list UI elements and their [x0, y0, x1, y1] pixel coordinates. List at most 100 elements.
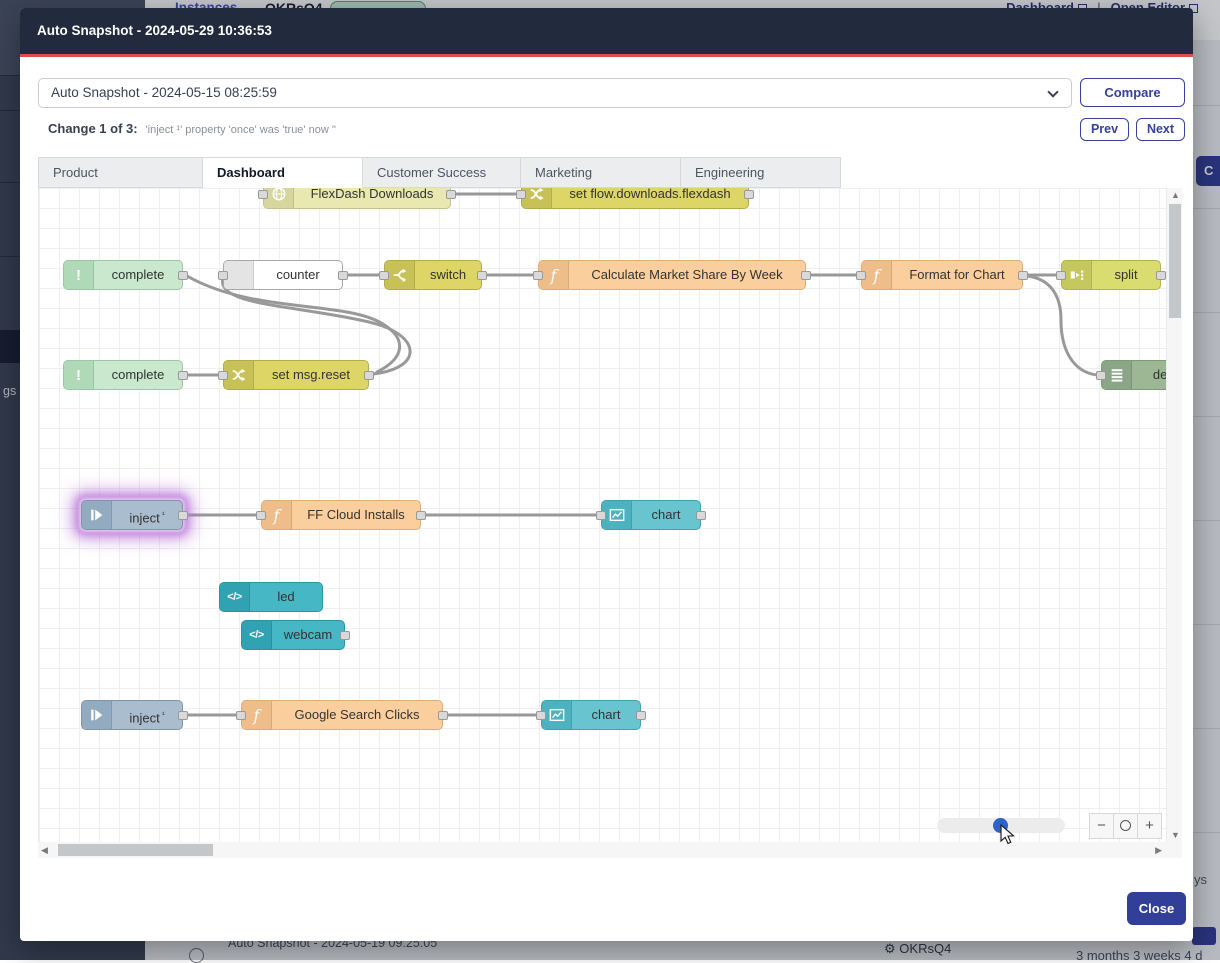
- output-port[interactable]: [744, 190, 754, 199]
- compare-button[interactable]: Compare: [1080, 78, 1185, 107]
- chevron-down-icon: [1047, 86, 1058, 97]
- node-label: led: [250, 583, 322, 611]
- output-port[interactable]: [446, 190, 456, 199]
- scroll-left-icon[interactable]: ◀: [41, 845, 48, 856]
- output-port[interactable]: [178, 271, 188, 280]
- prev-button[interactable]: Prev: [1080, 118, 1129, 141]
- close-button[interactable]: Close: [1127, 892, 1186, 925]
- node-set-msg-reset[interactable]: set msg.reset: [223, 360, 369, 390]
- scroll-down-icon[interactable]: ▼: [1171, 830, 1180, 840]
- input-port[interactable]: [258, 190, 268, 199]
- node-counter[interactable]: counter: [223, 260, 343, 290]
- tab-product[interactable]: Product: [38, 157, 203, 188]
- output-port[interactable]: [178, 371, 188, 380]
- none-icon: [224, 261, 254, 289]
- node-format-for-chart[interactable]: fFormat for Chart: [861, 260, 1023, 290]
- input-port[interactable]: [218, 371, 228, 380]
- inject-icon: [82, 501, 112, 529]
- tab-customer-success[interactable]: Customer Success: [363, 157, 521, 188]
- flow-canvas[interactable]: FlexDash Downloads set flow.downloads.fle…: [38, 188, 1166, 842]
- dialog-header: Auto Snapshot - 2024-05-29 10:36:53: [20, 8, 1193, 57]
- tab-engineering[interactable]: Engineering: [681, 157, 841, 188]
- node-label: chart: [632, 501, 700, 529]
- output-port[interactable]: [696, 511, 706, 520]
- zoom-in-button[interactable]: +: [1137, 814, 1161, 838]
- node-calculate-market-share[interactable]: fCalculate Market Share By Week: [538, 260, 806, 290]
- chart-icon: [602, 501, 632, 529]
- wire: [1027, 276, 1097, 375]
- zoom-out-button[interactable]: −: [1090, 814, 1113, 838]
- scroll-up-icon[interactable]: ▲: [1171, 190, 1180, 200]
- zoom-reset-button[interactable]: [1113, 814, 1137, 838]
- node-inject-1[interactable]: inject ¹: [81, 500, 183, 530]
- output-port[interactable]: [1156, 271, 1166, 280]
- input-port[interactable]: [516, 190, 526, 199]
- output-port[interactable]: [801, 271, 811, 280]
- input-port[interactable]: [1056, 271, 1066, 280]
- flow-canvas-container: FlexDash Downloads set flow.downloads.fle…: [38, 188, 1182, 858]
- input-port[interactable]: [596, 511, 606, 520]
- next-button[interactable]: Next: [1136, 118, 1185, 141]
- node-chart-2[interactable]: chart: [541, 700, 641, 730]
- node-set-flow-downloads-flexdash[interactable]: set flow.downloads.flexdash: [521, 188, 749, 209]
- swap-icon: [522, 188, 552, 208]
- dialog-title: Auto Snapshot - 2024-05-29 10:36:53: [20, 8, 1193, 54]
- output-port[interactable]: [364, 371, 374, 380]
- node-label: counter: [254, 261, 342, 289]
- node-switch[interactable]: switch: [384, 260, 482, 290]
- node-label: inject ¹: [112, 501, 182, 529]
- node-label: Format for Chart: [892, 261, 1022, 289]
- node-inject-2[interactable]: inject ¹: [81, 700, 183, 730]
- node-ff-cloud-installs[interactable]: fFF Cloud Installs: [261, 500, 421, 530]
- exclaim-icon: !: [64, 361, 94, 389]
- fn-icon: f: [242, 701, 272, 729]
- input-port[interactable]: [856, 271, 866, 280]
- node-led[interactable]: </>led: [219, 582, 323, 612]
- change-counter-label: Change 1 of 3:: [48, 121, 138, 136]
- node-label: debug: [1132, 361, 1166, 389]
- node-complete-2[interactable]: !complete: [63, 360, 183, 390]
- vertical-scroll-thumb[interactable]: [1169, 204, 1181, 318]
- output-port[interactable]: [416, 511, 426, 520]
- node-webcam[interactable]: </>webcam: [241, 620, 345, 650]
- input-port[interactable]: [236, 711, 246, 720]
- node-label: set flow.downloads.flexdash: [552, 188, 748, 208]
- node-label: inject ¹: [112, 701, 182, 729]
- input-port[interactable]: [1096, 371, 1106, 380]
- vertical-scrollbar[interactable]: ▲ ▼: [1166, 188, 1182, 842]
- horizontal-scroll-thumb[interactable]: [58, 844, 213, 856]
- output-port[interactable]: [438, 711, 448, 720]
- tab-marketing[interactable]: Marketing: [521, 157, 681, 188]
- input-port[interactable]: [536, 711, 546, 720]
- node-label: set msg.reset: [254, 361, 368, 389]
- node-split[interactable]: split: [1061, 260, 1161, 290]
- output-port[interactable]: [636, 711, 646, 720]
- input-port[interactable]: [533, 271, 543, 280]
- node-debug[interactable]: debug: [1101, 360, 1166, 390]
- scrollbar-corner: [1166, 842, 1182, 858]
- tab-dashboard[interactable]: Dashboard: [203, 157, 363, 188]
- output-port[interactable]: [178, 511, 188, 520]
- node-complete-1[interactable]: !complete: [63, 260, 183, 290]
- output-port[interactable]: [477, 271, 487, 280]
- input-port[interactable]: [379, 271, 389, 280]
- input-port[interactable]: [256, 511, 266, 520]
- output-port[interactable]: [1018, 271, 1028, 280]
- fn-icon: f: [539, 261, 569, 289]
- output-port[interactable]: [338, 271, 348, 280]
- output-port[interactable]: [178, 711, 188, 720]
- node-flexdash-downloads[interactable]: FlexDash Downloads: [263, 188, 451, 209]
- input-port[interactable]: [218, 271, 228, 280]
- split-icon: [1062, 261, 1092, 289]
- node-label: webcam: [272, 621, 344, 649]
- snapshot-select-value: Auto Snapshot - 2024-05-15 08:25:59: [51, 85, 277, 100]
- horizontal-scrollbar[interactable]: ◀ ▶: [38, 842, 1166, 858]
- output-port[interactable]: [340, 631, 350, 640]
- node-google-search-clicks[interactable]: fGoogle Search Clicks: [241, 700, 443, 730]
- fork-icon: [385, 261, 415, 289]
- scroll-right-icon[interactable]: ▶: [1155, 845, 1162, 856]
- exclaim-icon: !: [64, 261, 94, 289]
- snapshot-select[interactable]: Auto Snapshot - 2024-05-15 08:25:59: [38, 78, 1072, 108]
- node-label: FF Cloud Installs: [292, 501, 420, 529]
- node-chart-1[interactable]: chart: [601, 500, 701, 530]
